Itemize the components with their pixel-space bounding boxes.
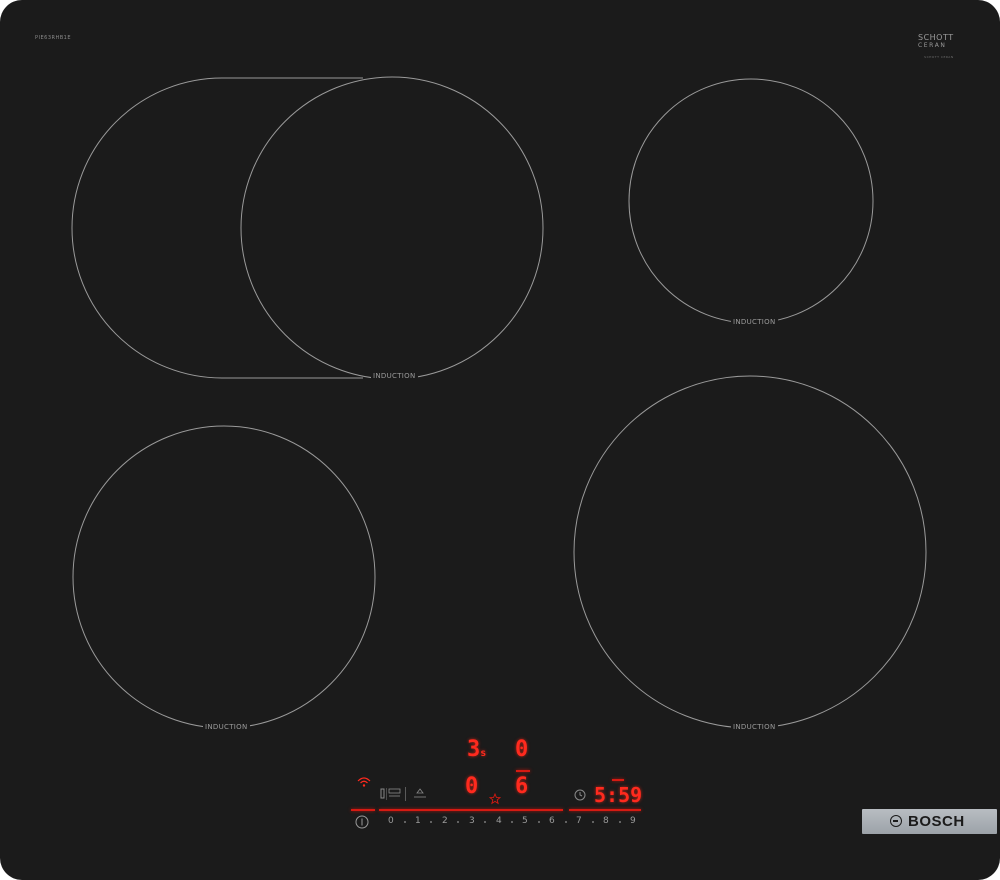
power-level-8[interactable]: 8 xyxy=(603,816,609,826)
scale-dot xyxy=(457,821,459,823)
zone-display-bottom-left: 0 xyxy=(465,774,479,799)
brand-plate: BOSCH xyxy=(862,809,997,834)
zone-label-flex: INDUCTION xyxy=(371,372,418,380)
timer-slider-line xyxy=(569,809,641,811)
favourite-star-icon[interactable] xyxy=(489,793,501,805)
zone-label-front-left: INDUCTION xyxy=(203,723,250,731)
model-code: PIE63RHB1E xyxy=(35,35,72,41)
wifi-icon[interactable] xyxy=(357,776,371,788)
clock-icon[interactable] xyxy=(574,789,586,801)
power-level-5[interactable]: 5 xyxy=(522,816,528,826)
scale-dot xyxy=(538,821,540,823)
scale-dot xyxy=(592,821,594,823)
cooktop-panel: PIE63RHB1E SCHOTT CERAN SCHOTT CERAN IND… xyxy=(0,0,1000,880)
power-slider-line[interactable] xyxy=(379,809,563,811)
schott-ceran-logo: SCHOTT CERAN SCHOTT CERAN xyxy=(918,33,954,60)
separator xyxy=(405,787,406,801)
zone-display-top-left: 3s xyxy=(467,737,487,762)
scale-dot xyxy=(619,821,621,823)
scale-dot xyxy=(511,821,513,823)
scale-dot xyxy=(484,821,486,823)
scale-dot xyxy=(404,821,406,823)
frying-sensor-icon[interactable] xyxy=(380,788,404,800)
cooktop-surface xyxy=(0,0,1000,880)
zone-label-front-right: INDUCTION xyxy=(731,723,778,731)
timer-display: 5:59 xyxy=(594,783,643,807)
scale-dot xyxy=(565,821,567,823)
power-level-7[interactable]: 7 xyxy=(576,816,582,826)
brand-name: BOSCH xyxy=(908,813,965,830)
power-level-9[interactable]: 9 xyxy=(630,816,636,826)
boost-icon[interactable] xyxy=(412,788,428,800)
scale-dot xyxy=(430,821,432,823)
glass-surface xyxy=(0,0,1000,880)
wifi-slider-line xyxy=(351,809,375,811)
timer-indicator xyxy=(612,779,624,781)
zone-indicator xyxy=(516,770,530,772)
power-level-1[interactable]: 1 xyxy=(415,816,421,826)
power-level-2[interactable]: 2 xyxy=(442,816,448,826)
zone-label-back-right: INDUCTION xyxy=(731,318,778,326)
zone-display-bottom-right: 6 xyxy=(515,774,529,799)
bosch-logo-icon xyxy=(890,815,902,827)
power-icon[interactable] xyxy=(355,815,369,829)
zone-display-top-right: 0 xyxy=(515,737,529,762)
power-level-3[interactable]: 3 xyxy=(469,816,475,826)
power-level-6[interactable]: 6 xyxy=(549,816,555,826)
power-level-4[interactable]: 4 xyxy=(496,816,502,826)
power-level-0[interactable]: 0 xyxy=(388,816,394,826)
